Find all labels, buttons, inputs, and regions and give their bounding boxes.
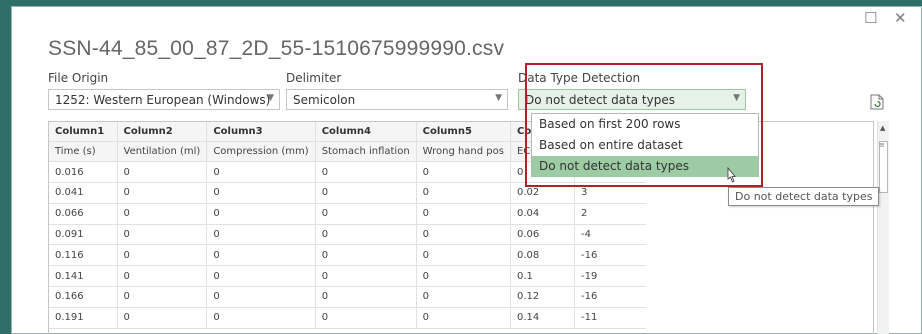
table-cell: 0: [117, 203, 208, 225]
grip-icon: ≡: [879, 141, 885, 149]
table-cell: 0.1: [510, 265, 575, 288]
table-cell: 0.041: [49, 182, 118, 204]
maximize-icon[interactable]: ☐: [864, 11, 877, 26]
table-cell: 0.06: [510, 224, 575, 246]
column-header[interactable]: Column1: [49, 122, 118, 142]
table-cell: 0: [117, 161, 208, 184]
table-cell: 0.04: [510, 203, 575, 225]
close-icon[interactable]: ✕: [894, 11, 907, 26]
table-cell: 0: [416, 244, 511, 267]
vertical-scrollbar[interactable]: ▲ ≡: [877, 121, 889, 334]
table-row: 0.191 0 0 0 0 0.14 -11: [49, 307, 647, 329]
tooltip: Do not detect data types: [728, 187, 880, 206]
table-cell: 0: [416, 265, 511, 288]
table-cell: 0: [206, 286, 316, 308]
column-name-cell: Stomach inflation: [315, 141, 417, 163]
file-origin-value: 1252: Western European (Windows): [55, 93, 271, 107]
scroll-up-icon[interactable]: ▲: [880, 124, 885, 132]
table-cell: 0: [416, 224, 511, 246]
table-cell: 0: [206, 307, 316, 329]
chevron-down-icon: ▼: [495, 93, 502, 103]
mouse-cursor-icon: [727, 167, 736, 183]
table-cell: 0.116: [49, 244, 118, 267]
column-name-cell: Wrong hand pos: [416, 141, 511, 163]
table-cell: 0: [206, 224, 316, 246]
table-row: 0.091 0 0 0 0 0.06 -4: [49, 224, 647, 246]
delimiter-select[interactable]: Semicolon ▼: [286, 89, 508, 110]
import-dialog: ☐ ✕ SSN-44_85_00_87_2D_55-1510675999990.…: [11, 6, 922, 334]
table-cell: 0.12: [510, 286, 575, 308]
table-cell: 0: [206, 182, 316, 204]
table-cell: 0: [315, 244, 417, 267]
column-header[interactable]: Column4: [315, 122, 417, 142]
column-header[interactable]: Column5: [416, 122, 511, 142]
column-header[interactable]: Column3: [206, 122, 316, 142]
table-cell: 0.016: [49, 161, 118, 184]
table-cell: 0.066: [49, 203, 118, 225]
table-cell: 0: [315, 224, 417, 246]
table-cell: 0: [117, 244, 208, 267]
table-row: 0.066 0 0 0 0 0.04 2: [49, 203, 647, 225]
table-cell: 0: [206, 244, 316, 267]
delimiter-label: Delimiter: [286, 71, 342, 85]
delimiter-value: Semicolon: [293, 93, 356, 107]
table-cell: 0: [315, 182, 417, 204]
refresh-preview-icon[interactable]: [870, 94, 884, 110]
file-origin-select[interactable]: 1252: Western European (Windows) ▼: [48, 89, 280, 110]
table-cell: 0.091: [49, 224, 118, 246]
table-row: 0.116 0 0 0 0 0.08 -16: [49, 244, 647, 267]
table-cell: -16: [574, 286, 647, 308]
table-cell: 0.166: [49, 286, 118, 308]
table-cell: 0: [117, 286, 208, 308]
table-cell: 0: [315, 203, 417, 225]
table-cell: 0: [206, 265, 316, 288]
table-cell: 0: [315, 286, 417, 308]
table-cell: -16: [574, 244, 647, 267]
table-cell: 0.14: [510, 307, 575, 329]
table-cell: 0: [315, 307, 417, 329]
column-header[interactable]: Column2: [117, 122, 208, 142]
column-name-cell: Time (s): [49, 141, 118, 163]
chevron-down-icon: ▼: [267, 93, 274, 103]
table-cell: 0: [117, 182, 208, 204]
table-cell: 0: [416, 182, 511, 204]
table-cell: 0: [117, 307, 208, 329]
table-cell: 0.191: [49, 307, 118, 329]
column-name-cell: Ventilation (ml): [117, 141, 208, 163]
table-cell: 0: [416, 161, 511, 184]
table-cell: 0: [206, 161, 316, 184]
table-cell: 2: [574, 203, 647, 225]
table-cell: 0: [315, 161, 417, 184]
table-cell: 0.141: [49, 265, 118, 288]
file-origin-label: File Origin: [48, 71, 109, 85]
table-cell: -4: [574, 224, 647, 246]
table-cell: 0: [117, 265, 208, 288]
table-cell: 0: [416, 286, 511, 308]
table-cell: 0: [206, 203, 316, 225]
table-cell: 0: [315, 265, 417, 288]
dialog-title: SSN-44_85_00_87_2D_55-1510675999990.csv: [48, 37, 505, 60]
table-cell: 0: [416, 307, 511, 329]
table-cell: -19: [574, 265, 647, 288]
column-name-cell: Compression (mm): [206, 141, 316, 163]
table-cell: 0.08: [510, 244, 575, 267]
table-cell: 0: [416, 203, 511, 225]
table-row: 0.141 0 0 0 0 0.1 -19: [49, 265, 647, 288]
table-cell: -11: [574, 307, 647, 329]
table-row: 0.166 0 0 0 0 0.12 -16: [49, 286, 647, 308]
table-cell: 0: [117, 224, 208, 246]
